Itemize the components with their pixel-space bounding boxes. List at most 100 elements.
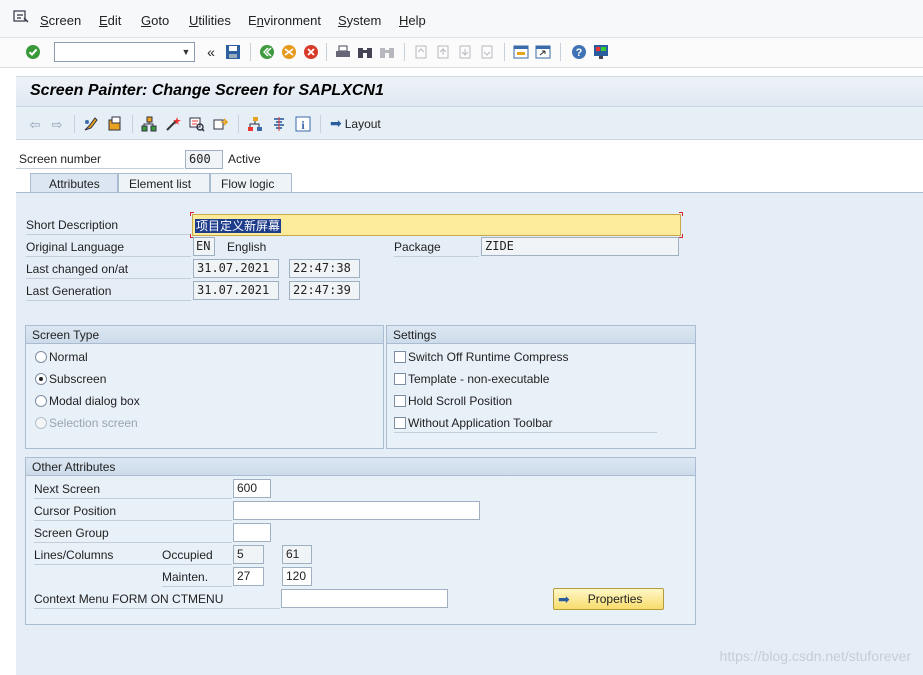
create-session-icon[interactable] [512, 43, 530, 61]
checkbox-hold-scroll[interactable] [394, 395, 406, 407]
occupied-columns-field: 61 [282, 545, 312, 564]
print-icon[interactable] [334, 43, 352, 61]
menu-screen[interactable]: Screen [40, 13, 81, 28]
last-page-icon[interactable] [478, 43, 496, 61]
next-screen-label: Next Screen [34, 482, 101, 496]
align-icon[interactable] [270, 115, 288, 133]
screen-number-field: 600 [185, 150, 223, 169]
hierarchy-icon[interactable] [246, 115, 264, 133]
display-change-icon[interactable] [82, 115, 100, 133]
double-left-chevron-icon[interactable]: « [202, 43, 220, 61]
mainten-columns-input[interactable]: 120 [282, 567, 312, 586]
checkbox-runtime-compress[interactable] [394, 351, 406, 363]
properties-button[interactable]: ➡ Properties [553, 588, 664, 610]
customize-layout-icon[interactable] [592, 43, 610, 61]
last-generation-date: 31.07.2021 [193, 281, 279, 300]
original-language-name: English [227, 240, 267, 254]
occupied-lines-field: 5 [233, 545, 264, 564]
radio-selection-screen-label: Selection screen [49, 416, 138, 430]
menu-edit[interactable]: Edit [99, 13, 121, 28]
last-generation-label: Last Generation [26, 284, 112, 298]
radio-normal-label: Normal [49, 350, 88, 364]
last-changed-label: Last changed on/at [26, 262, 129, 276]
arrow-left-icon[interactable]: ⇦ [26, 115, 44, 133]
screen-type-group: Screen Type [25, 325, 384, 449]
menu-help[interactable]: Help [399, 13, 426, 28]
watermark: https://blog.csdn.net/stuforever [719, 648, 911, 664]
radio-selection-screen [35, 417, 47, 429]
checkbox-template-label: Template - non-executable [408, 372, 550, 386]
screen-number-label: Screen number [19, 152, 102, 166]
arrow-right-icon: ➡ [330, 115, 342, 131]
object-list-icon[interactable] [140, 115, 158, 133]
cancel-icon[interactable] [302, 43, 320, 61]
screen-type-title: Screen Type [32, 328, 100, 342]
menu-environment[interactable]: Environment [248, 13, 321, 28]
command-field[interactable]: ▼ [54, 42, 195, 62]
application-toolbar: ⇦ ⇨ i ➡ Layout [16, 106, 923, 140]
where-used-icon[interactable] [188, 115, 206, 133]
package-field: ZIDE [481, 237, 679, 256]
radio-modal-dialog-label: Modal dialog box [49, 394, 140, 408]
back-icon[interactable] [258, 43, 276, 61]
checkbox-hold-scroll-label: Hold Scroll Position [408, 394, 513, 408]
svg-text:?: ? [576, 47, 583, 59]
context-menu-input[interactable] [281, 589, 448, 608]
package-label: Package [394, 240, 441, 254]
settings-title: Settings [393, 328, 437, 342]
other-attributes-title: Other Attributes [32, 460, 116, 474]
first-page-icon[interactable] [412, 43, 430, 61]
tab-flow-logic[interactable]: Flow logic [210, 173, 292, 193]
settings-group: Settings [386, 325, 696, 449]
previous-page-icon[interactable] [434, 43, 452, 61]
screen-group-input[interactable] [233, 523, 271, 542]
checkbox-without-app-toolbar-label: Without Application Toolbar [408, 416, 553, 430]
lines-columns-label: Lines/Columns [34, 548, 114, 562]
next-screen-input[interactable]: 600 [233, 479, 271, 498]
find-icon[interactable] [356, 43, 374, 61]
short-description-input[interactable]: 项目定义新屏幕 [192, 214, 681, 236]
other-object-icon[interactable] [106, 115, 124, 133]
menu-bar: Screen Edit Goto Utilities Environment S… [0, 0, 923, 38]
mainten-lines-input[interactable]: 27 [233, 567, 264, 586]
layout-button[interactable]: ➡ Layout [330, 115, 381, 132]
save-icon[interactable] [224, 43, 242, 61]
checkbox-runtime-compress-label: Switch Off Runtime Compress [408, 350, 569, 364]
next-page-icon[interactable] [456, 43, 474, 61]
shortcut-icon[interactable] [534, 43, 552, 61]
tab-element-list[interactable]: Element list [118, 173, 210, 193]
title-bar: Screen Painter: Change Screen for SAPLXC… [16, 76, 923, 106]
navigate-icon[interactable] [212, 115, 230, 133]
cursor-position-input[interactable] [233, 501, 480, 520]
original-language-label: Original Language [26, 240, 125, 254]
menu-utilities[interactable]: Utilities [189, 13, 231, 28]
radio-modal-dialog[interactable] [35, 395, 47, 407]
information-icon[interactable]: i [294, 115, 312, 133]
system-menu-icon[interactable] [13, 10, 29, 24]
context-menu-label: Context Menu FORM ON CTMENU [34, 592, 224, 606]
last-changed-date: 31.07.2021 [193, 259, 279, 278]
menu-goto[interactable]: Goto [141, 13, 169, 28]
chevron-down-icon[interactable]: ▼ [178, 43, 194, 61]
checkbox-without-app-toolbar[interactable] [394, 417, 406, 429]
screen-group-label: Screen Group [34, 526, 109, 540]
find-next-icon[interactable] [378, 43, 396, 61]
original-language-code: EN [193, 237, 215, 256]
enter-check-icon[interactable] [24, 43, 42, 61]
radio-subscreen[interactable] [35, 373, 47, 385]
last-generation-time: 22:47:39 [289, 281, 360, 300]
help-icon[interactable]: ? [570, 43, 588, 61]
tab-attributes[interactable]: Attributes [30, 173, 118, 193]
occupied-label: Occupied [162, 548, 213, 562]
exit-icon[interactable] [280, 43, 298, 61]
cursor-position-label: Cursor Position [34, 504, 117, 518]
arrow-right-icon[interactable]: ⇨ [48, 115, 66, 133]
radio-subscreen-label: Subscreen [49, 372, 107, 386]
short-description-label: Short Description [26, 218, 119, 232]
menu-system[interactable]: System [338, 13, 381, 28]
page-title: Screen Painter: Change Screen for SAPLXC… [30, 82, 384, 99]
radio-normal[interactable] [35, 351, 47, 363]
short-description-text: 项目定义新屏幕 [195, 219, 282, 233]
magic-wand-icon[interactable] [164, 115, 182, 133]
checkbox-template[interactable] [394, 373, 406, 385]
